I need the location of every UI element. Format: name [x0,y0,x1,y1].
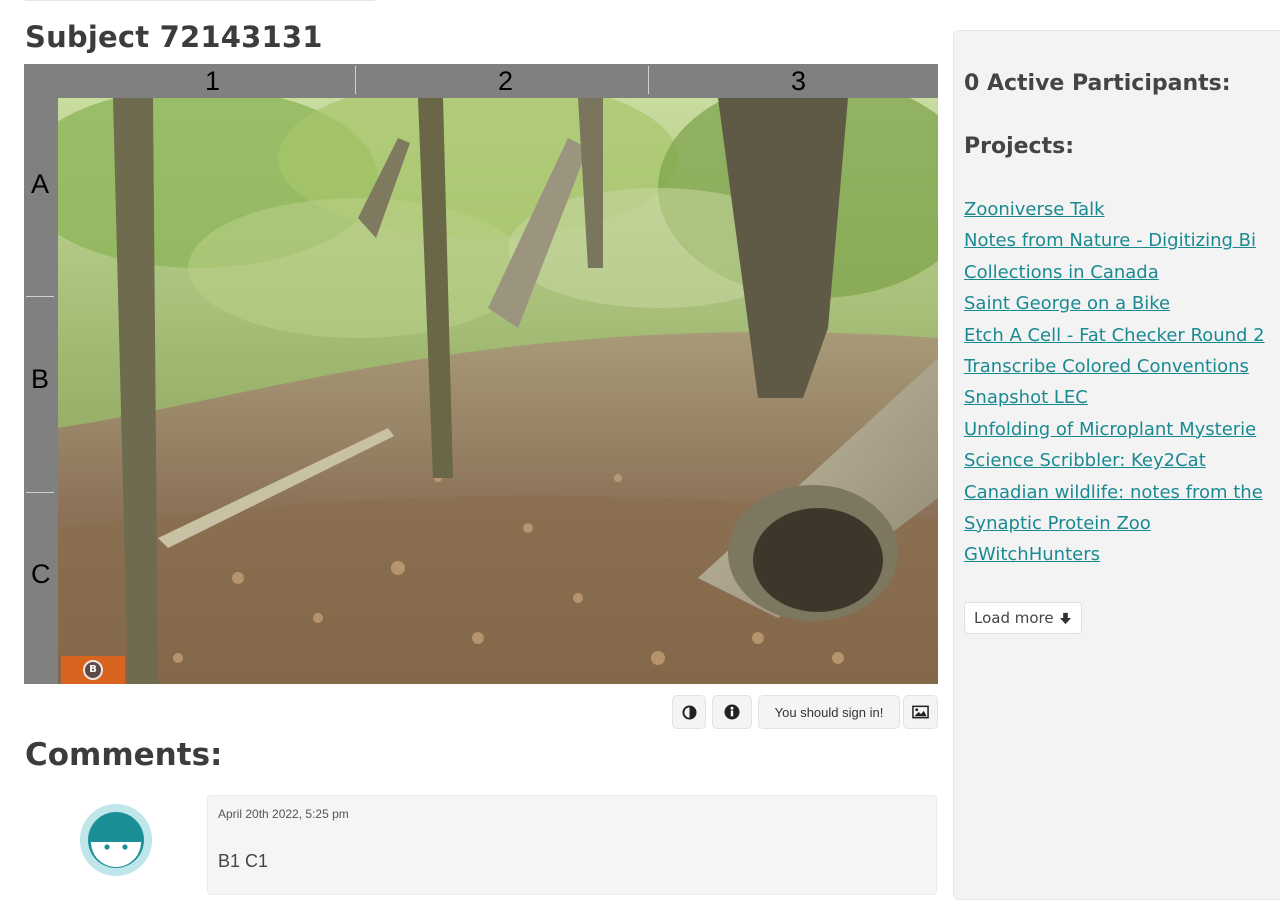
subject-image-viewer[interactable]: 1 2 3 A B C B [24,64,938,684]
image-icon [912,705,929,719]
comment-body: B1 C1 [218,851,269,871]
avatar[interactable] [80,804,152,876]
project-link[interactable]: Collections in Canada [964,262,1159,283]
list-item: Zooniverse Talk [964,194,1265,225]
load-more-label: Load more [974,609,1054,627]
project-link[interactable]: Unfolding of Microplant Mysterie [964,419,1256,440]
grid-col-2: 2 [498,66,514,96]
list-item: Canadian wildlife: notes from the [964,477,1265,508]
grid-divider [26,296,54,297]
comments-heading: Comments: [25,737,223,773]
list-item: Science Scribbler: Key2Cat [964,445,1265,476]
project-link[interactable]: Notes from Nature - Digitizing Bi [964,230,1256,251]
project-link[interactable]: Saint George on a Bike [964,293,1170,314]
image-button[interactable] [903,695,938,729]
comment-timestamp: April 20th 2022, 5:25 pm [218,807,349,821]
grid-row-b: B [31,364,50,394]
half-circle-icon [681,704,697,720]
contrast-button[interactable] [672,695,706,729]
list-item: Notes from Nature - Digitizing Bi [964,225,1265,256]
info-button[interactable] [712,695,752,729]
sign-in-label: You should sign in! [774,704,884,720]
info-icon [724,704,740,720]
grid-row-header: A B C [24,98,58,684]
load-more-button[interactable]: Load more [964,602,1082,634]
project-link[interactable]: Synaptic Protein Zoo [964,513,1151,534]
project-link[interactable]: Zooniverse Talk [964,199,1105,220]
list-item: Saint George on a Bike [964,288,1265,319]
list-item: Collections in Canada [964,257,1265,288]
camera-brand-badge: B [61,656,125,684]
list-item: Etch A Cell - Fat Checker Round 2 [964,320,1265,351]
project-link[interactable]: GWitchHunters [964,544,1100,565]
grid-col-1: 1 [205,66,221,96]
project-link[interactable]: Snapshot LEC [964,387,1088,408]
camera-trap-photo [58,98,938,684]
project-list: Zooniverse Talk Notes from Nature - Digi… [964,194,1265,571]
project-link[interactable]: Canadian wildlife: notes from the [964,482,1263,503]
project-link[interactable]: Science Scribbler: Key2Cat [964,450,1206,471]
comment-card: April 20th 2022, 5:25 pm B1 C1 [207,795,937,895]
top-divider [25,0,375,1]
grid-divider [648,66,649,94]
grid-col-3: 3 [791,66,807,96]
camera-logo-icon: B [83,660,103,680]
active-participants-heading: 0 Active Participants: [964,71,1231,96]
list-item: GWitchHunters [964,539,1265,570]
page-title: Subject 72143131 [25,20,323,54]
projects-heading: Projects: [964,134,1074,159]
grid-divider [355,66,356,94]
arrow-down-icon [1059,612,1071,624]
list-item: Unfolding of Microplant Mysterie [964,414,1265,445]
grid-column-header: 1 2 3 [24,64,938,98]
project-link[interactable]: Etch A Cell - Fat Checker Round 2 [964,325,1265,346]
sign-in-prompt-button[interactable]: You should sign in! [758,695,900,729]
user-avatar-icon [80,804,152,876]
grid-divider [26,492,54,493]
grid-row-c: C [31,559,51,589]
sidebar: 0 Active Participants: Projects: Zoonive… [953,30,1280,900]
list-item: Synaptic Protein Zoo [964,508,1265,539]
list-item: Snapshot LEC [964,382,1265,413]
grid-row-a: A [31,169,50,199]
list-item: Transcribe Colored Conventions [964,351,1265,382]
project-link[interactable]: Transcribe Colored Conventions [964,356,1249,377]
